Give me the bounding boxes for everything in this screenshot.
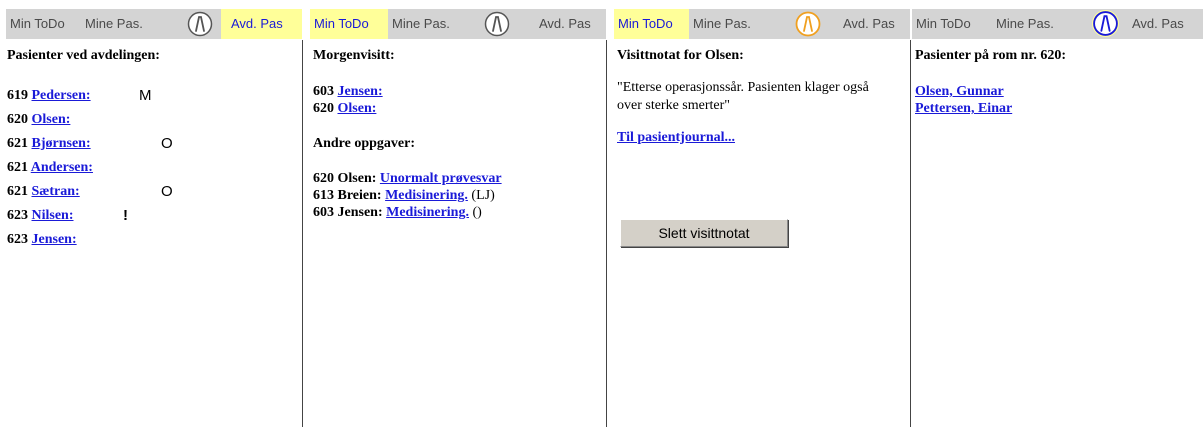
patient-row: 621 Andersen: bbox=[7, 156, 302, 180]
task-link[interactable]: Medisinering. bbox=[386, 205, 469, 220]
patient-row: Pettersen, Einar bbox=[915, 100, 1203, 117]
task-patient: 603 Jensen: bbox=[313, 205, 383, 220]
visit-note-text: "Etterse operasjonssår. Pasienten klager… bbox=[617, 80, 869, 113]
patient-journal-link[interactable]: Til pasientjournal... bbox=[617, 130, 735, 145]
patient-row: 623 Jensen: bbox=[7, 228, 302, 252]
panel-my-todo: Min ToDo Mine Pas. Avd. Pas Morgenvisitt… bbox=[310, 0, 606, 427]
tab-min-todo[interactable]: Min ToDo bbox=[614, 9, 689, 39]
patient-link[interactable]: Bjørnsen: bbox=[32, 136, 91, 151]
room-number: 623 bbox=[7, 232, 28, 247]
patient-link[interactable]: Olsen: bbox=[32, 112, 71, 127]
task-row: 603 Jensen: Medisinering. () bbox=[313, 204, 606, 221]
task-patient: 620 Olsen: bbox=[313, 171, 377, 186]
panel-divider bbox=[302, 40, 303, 427]
delete-visit-note-button[interactable]: Slett visittnotat bbox=[620, 219, 788, 247]
patient-status-mark: O bbox=[161, 183, 173, 200]
room-number: 620 bbox=[313, 101, 334, 116]
patient-list: 619 Pedersen: M 620 Olsen: 621 Bjørnsen: O 62… bbox=[7, 84, 302, 252]
panel-divider bbox=[910, 40, 911, 427]
task-link[interactable]: Medisinering. bbox=[385, 188, 468, 203]
tab-bar: Min ToDo Mine Pas. Avd. Pas bbox=[6, 9, 302, 39]
task-row: 620 Olsen: Unormalt prøvesvar bbox=[313, 170, 606, 187]
tab-avd-pas[interactable]: Avd. Pas bbox=[532, 9, 606, 39]
patient-link[interactable]: Olsen, Gunnar bbox=[915, 84, 1004, 99]
tab-avd-pas[interactable]: Avd. Pas bbox=[1124, 9, 1203, 39]
patient-status-mark: ! bbox=[123, 207, 128, 224]
panel-heading: Morgenvisitt: bbox=[313, 48, 395, 63]
tab-bar: Min ToDo Mine Pas. Avd. Pas bbox=[310, 9, 606, 39]
patient-link[interactable]: Sætran: bbox=[32, 184, 80, 199]
task-assignee: (LJ) bbox=[471, 188, 495, 203]
patient-row: 623 Nilsen:! bbox=[7, 204, 302, 228]
tab-mine-pas[interactable]: Mine Pas. bbox=[689, 9, 765, 39]
patient-link[interactable]: Pettersen, Einar bbox=[915, 101, 1012, 116]
patient-status-mark: M bbox=[139, 87, 152, 104]
room-patient-list: Olsen, Gunnar Pettersen, Einar bbox=[915, 83, 1203, 117]
patient-link[interactable]: Olsen: bbox=[338, 101, 377, 116]
panel-room-patients: Min ToDo Mine Pas. Avd. Pas Pasienter på… bbox=[912, 0, 1203, 427]
patient-row: 621 Sætran: O bbox=[7, 180, 302, 204]
room-number: 621 bbox=[7, 184, 28, 199]
patient-status-mark: O bbox=[161, 135, 173, 152]
patient-row: 621 Bjørnsen: O bbox=[7, 132, 302, 156]
visit-row: 603 Jensen: bbox=[313, 83, 606, 100]
task-assignee: () bbox=[472, 205, 482, 220]
tab-avd-pas[interactable]: Avd. Pas bbox=[221, 9, 302, 39]
panel-heading: Pasienter ved avdelingen: bbox=[7, 48, 160, 63]
tab-avd-pas[interactable]: Avd. Pas bbox=[836, 9, 910, 39]
tab-mine-pas[interactable]: Mine Pas. bbox=[992, 9, 1068, 39]
patient-link[interactable]: Andersen: bbox=[31, 160, 93, 175]
tab-bar: Min ToDo Mine Pas. Avd. Pas bbox=[614, 9, 910, 39]
task-row: 613 Breien: Medisinering. (LJ) bbox=[313, 187, 606, 204]
patient-link[interactable]: Jensen: bbox=[32, 232, 77, 247]
panel-heading: Visittnotat for Olsen: bbox=[617, 48, 744, 63]
patient-link[interactable]: Nilsen: bbox=[32, 208, 74, 223]
task-patient: 613 Breien: bbox=[313, 188, 382, 203]
walk-icon[interactable] bbox=[484, 11, 510, 37]
room-number: 603 bbox=[313, 84, 334, 99]
room-number: 623 bbox=[7, 208, 28, 223]
walk-icon[interactable] bbox=[187, 11, 213, 37]
other-tasks-heading: Andre oppgaver: bbox=[313, 136, 416, 151]
tab-mine-pas[interactable]: Mine Pas. bbox=[388, 9, 464, 39]
patient-row: 620 Olsen: bbox=[7, 108, 302, 132]
panel-department-patients: Min ToDo Mine Pas. Avd. Pas Pasienter ve… bbox=[6, 0, 302, 427]
task-list: 620 Olsen: Unormalt prøvesvar 613 Breien:… bbox=[313, 170, 606, 221]
tab-min-todo[interactable]: Min ToDo bbox=[6, 9, 81, 39]
walk-icon[interactable] bbox=[1092, 10, 1119, 37]
room-number: 621 bbox=[7, 160, 28, 175]
walk-icon[interactable] bbox=[795, 11, 821, 37]
tab-min-todo[interactable]: Min ToDo bbox=[310, 9, 388, 39]
patient-row: Olsen, Gunnar bbox=[915, 83, 1203, 100]
room-number: 621 bbox=[7, 136, 28, 151]
panel-heading: Pasienter på rom nr. 620: bbox=[915, 48, 1067, 63]
panel-visit-note: Min ToDo Mine Pas. Avd. Pas Visittnotat … bbox=[614, 0, 910, 427]
patient-link[interactable]: Jensen: bbox=[338, 84, 383, 99]
visit-row: 620 Olsen: bbox=[313, 100, 606, 117]
morning-visit-list: 603 Jensen: 620 Olsen: bbox=[313, 83, 606, 117]
tab-bar: Min ToDo Mine Pas. Avd. Pas bbox=[912, 9, 1203, 39]
task-link[interactable]: Unormalt prøvesvar bbox=[380, 171, 502, 186]
room-number: 619 bbox=[7, 88, 28, 103]
tab-min-todo[interactable]: Min ToDo bbox=[912, 9, 992, 39]
patient-link[interactable]: Pedersen: bbox=[32, 88, 91, 103]
panel-divider bbox=[606, 40, 607, 427]
tab-mine-pas[interactable]: Mine Pas. bbox=[81, 9, 157, 39]
patient-row: 619 Pedersen: M bbox=[7, 84, 302, 108]
room-number: 620 bbox=[7, 112, 28, 127]
